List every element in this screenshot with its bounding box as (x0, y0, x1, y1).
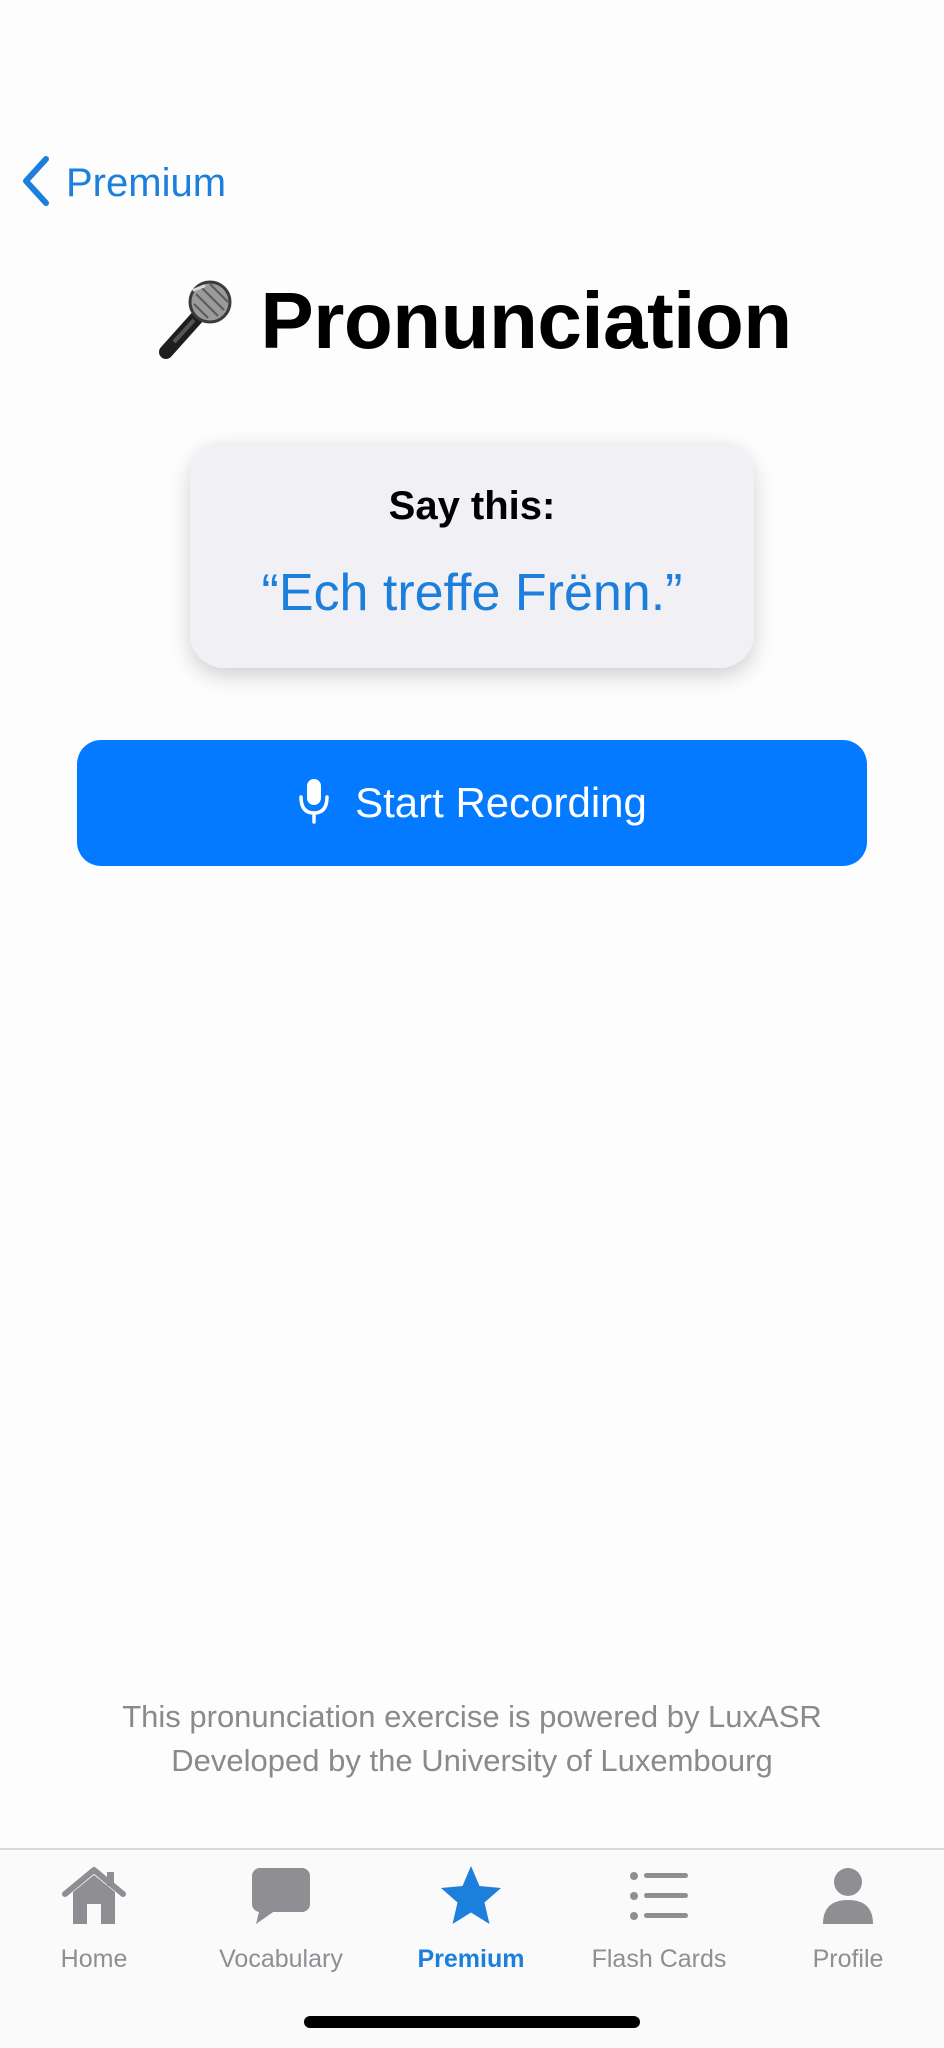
house-icon (59, 1864, 129, 1933)
mic-icon (297, 777, 331, 830)
tab-premium-label: Premium (417, 1945, 525, 1973)
person-icon (813, 1864, 883, 1933)
prompt-card: Say this: “Ech treffe Frënn.” (190, 442, 754, 668)
list-icon (624, 1864, 694, 1933)
tab-flash-cards[interactable]: Flash Cards (565, 1864, 753, 1974)
prompt-phrase: “Ech treffe Frënn.” (261, 564, 683, 622)
speech-bubble-icon (246, 1864, 316, 1933)
tab-home[interactable]: Home (0, 1864, 188, 1974)
credits-line-powered-by: This pronunciation exercise is powered b… (122, 1699, 822, 1734)
page-title: Pronunciation (0, 275, 944, 367)
tab-profile[interactable]: Profile (754, 1864, 942, 1974)
credits-line-developed-by: Developed by the University of Luxembour… (171, 1743, 773, 1778)
home-indicator (304, 2016, 640, 2028)
title-text: Pronunciation (260, 276, 792, 365)
chevron-left-icon (18, 155, 52, 212)
prompt-label: Say this: (388, 484, 556, 528)
tab-profile-label: Profile (812, 1945, 884, 1973)
back-button[interactable]: Premium (18, 155, 226, 212)
back-label: Premium (66, 161, 227, 205)
tab-home-label: Home (60, 1945, 128, 1973)
tab-flash-cards-label: Flash Cards (591, 1945, 727, 1973)
start-recording-label: Start Recording (355, 779, 647, 826)
credits: This pronunciation exercise is powered b… (0, 1695, 944, 1783)
microphone-emoji-icon (152, 276, 238, 367)
tab-vocabulary-label: Vocabulary (219, 1945, 343, 1973)
tab-premium[interactable]: Premium (377, 1864, 565, 1974)
star-icon (436, 1864, 506, 1933)
pronunciation-screen: Premium Pronunciation Say this: “Ech tre… (0, 0, 944, 2048)
tab-vocabulary[interactable]: Vocabulary (187, 1864, 375, 1974)
start-recording-button[interactable]: Start Recording (77, 740, 867, 866)
